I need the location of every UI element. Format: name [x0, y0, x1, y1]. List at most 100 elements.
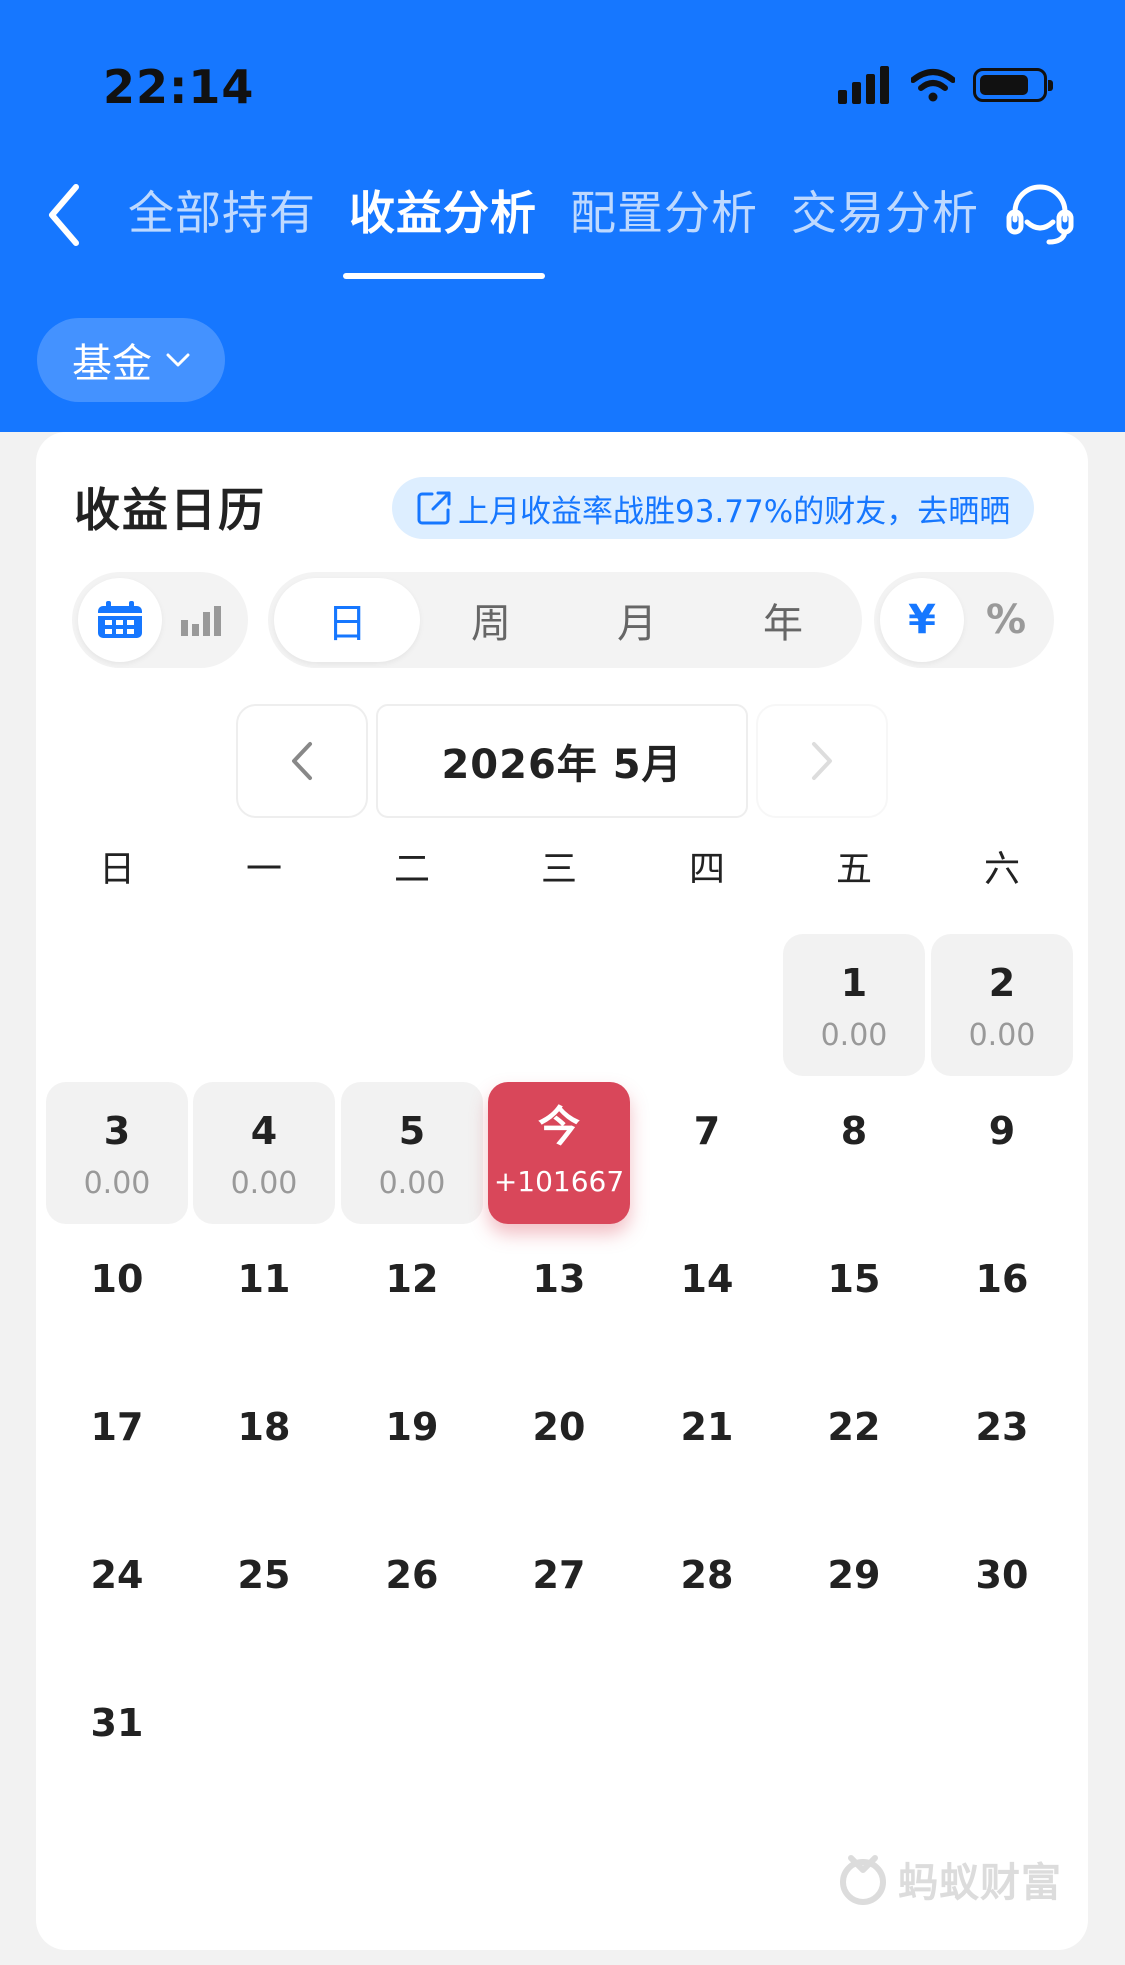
filter-label: 基金	[72, 341, 152, 387]
card-title: 收益日历	[74, 483, 266, 537]
day-number: 9	[988, 1109, 1016, 1153]
period-day-tab[interactable]: 日	[274, 578, 420, 662]
day-number: 2	[988, 961, 1016, 1005]
unit-toggle: ¥ %	[874, 572, 1054, 668]
calendar-icon	[98, 601, 142, 638]
calendar-day[interactable]: 15	[783, 1230, 925, 1372]
day-number: 12	[385, 1257, 439, 1301]
calendar-day[interactable]: 4 0.00	[193, 1082, 335, 1224]
calendar-day[interactable]: 3 0.00	[46, 1082, 188, 1224]
calendar-day[interactable]: 2 0.00	[931, 934, 1073, 1076]
day-number: 21	[680, 1405, 734, 1449]
wifi-icon	[911, 69, 955, 102]
day-number: 28	[680, 1553, 734, 1597]
calendar-day[interactable]: 26	[341, 1526, 483, 1668]
cellular-signal-icon	[838, 66, 889, 104]
calendar-day[interactable]: 19	[341, 1378, 483, 1520]
ant-fortune-watermark: 蚂蚁财富	[836, 1850, 1062, 1908]
share-icon	[417, 491, 451, 525]
day-number: 14	[680, 1257, 734, 1301]
calendar-day[interactable]: 5 0.00	[341, 1082, 483, 1224]
chevron-right-icon	[812, 742, 832, 780]
calendar-day[interactable]: 31	[46, 1674, 188, 1816]
calendar-day[interactable]: 20	[488, 1378, 630, 1520]
calendar-day[interactable]: 8	[783, 1082, 925, 1224]
day-number: 31	[90, 1701, 144, 1745]
fund-filter-dropdown[interactable]: 基金	[37, 318, 225, 402]
calendar-day[interactable]: 16	[931, 1230, 1073, 1372]
status-time: 22:14	[103, 60, 255, 114]
day-number: 15	[827, 1257, 881, 1301]
day-profit-value: 0.00	[230, 1166, 298, 1201]
calendar-day[interactable]: 27	[488, 1526, 630, 1668]
day-number: 26	[385, 1553, 439, 1597]
day-number: 7	[693, 1109, 721, 1153]
tab-trade-analysis[interactable]: 交易分析	[791, 183, 979, 243]
percent-unit-button[interactable]: %	[964, 578, 1048, 662]
day-number: 5	[398, 1109, 426, 1153]
period-week-tab[interactable]: 周	[418, 578, 564, 662]
weekday-sun: 日	[98, 849, 135, 890]
calendar-view-button[interactable]	[78, 578, 162, 662]
calendar-day[interactable]: 13	[488, 1230, 630, 1372]
top-header: 22:14 全部持有 收益分析 配置分析 交易分析 基金	[0, 0, 1125, 432]
chart-view-button[interactable]	[160, 578, 244, 662]
calendar-day[interactable]: 11	[193, 1230, 335, 1372]
weekday-sat: 六	[983, 849, 1020, 890]
period-month-tab[interactable]: 月	[564, 578, 710, 662]
day-number: 3	[103, 1109, 131, 1153]
amount-unit-button[interactable]: ¥	[880, 578, 964, 662]
tab-all-holdings[interactable]: 全部持有	[128, 183, 316, 243]
day-number: 1	[840, 961, 868, 1005]
profit-calendar-card: 收益日历 上月收益率战胜93.77%的财友，去晒晒 日 周 月 年 ¥ % 20…	[36, 432, 1088, 1950]
period-year-tab[interactable]: 年	[710, 578, 856, 662]
day-number: 27	[532, 1553, 586, 1597]
share-promo-banner[interactable]: 上月收益率战胜93.77%的财友，去晒晒	[392, 477, 1035, 539]
day-number: 16	[975, 1257, 1029, 1301]
day-number: 30	[975, 1553, 1029, 1597]
day-profit-value: 0.00	[820, 1018, 888, 1053]
next-month-button[interactable]	[756, 704, 888, 818]
back-icon[interactable]	[44, 183, 84, 247]
day-number: 8	[840, 1109, 868, 1153]
calendar-day[interactable]: 23	[931, 1378, 1073, 1520]
calendar-day[interactable]: 14	[636, 1230, 778, 1372]
calendar-day[interactable]: 9	[931, 1082, 1073, 1224]
customer-service-icon[interactable]	[1005, 182, 1075, 248]
day-number: 今	[537, 1102, 580, 1151]
day-number: 11	[237, 1257, 291, 1301]
tab-allocation-analysis[interactable]: 配置分析	[570, 183, 758, 243]
calendar-day[interactable]: 21	[636, 1378, 778, 1520]
calendar-day[interactable]: 30	[931, 1526, 1073, 1668]
calendar-day[interactable]: 17	[46, 1378, 188, 1520]
day-profit-value: 0.00	[83, 1166, 151, 1201]
calendar-day[interactable]: 24	[46, 1526, 188, 1668]
ant-fortune-logo-icon	[840, 1855, 886, 1905]
status-icons	[838, 66, 1053, 104]
calendar-day[interactable]: 10	[46, 1230, 188, 1372]
calendar-day-today[interactable]: 今 +101667	[488, 1082, 630, 1224]
day-number: 13	[532, 1257, 586, 1301]
day-number: 17	[90, 1405, 144, 1449]
calendar-day[interactable]: 12	[341, 1230, 483, 1372]
day-number: 23	[975, 1405, 1029, 1449]
calendar-day[interactable]: 22	[783, 1378, 925, 1520]
calendar-day[interactable]: 29	[783, 1526, 925, 1668]
watermark-text: 蚂蚁财富	[898, 1860, 1062, 1906]
day-profit-value: 0.00	[378, 1166, 446, 1201]
month-label: 2026年 5月	[376, 704, 748, 818]
calendar-day[interactable]: 1 0.00	[783, 934, 925, 1076]
calendar-day[interactable]: 25	[193, 1526, 335, 1668]
tab-profit-analysis[interactable]: 收益分析	[343, 183, 545, 279]
weekday-thu: 四	[688, 849, 725, 890]
calendar-day[interactable]: 28	[636, 1526, 778, 1668]
promo-text: 上月收益率战胜93.77%的财友，去晒晒	[458, 493, 1011, 530]
chevron-left-icon	[292, 742, 312, 780]
calendar-day[interactable]: 7	[636, 1082, 778, 1224]
weekday-tue: 二	[393, 849, 430, 890]
view-mode-toggle	[72, 572, 248, 668]
day-profit-value: 0.00	[968, 1018, 1036, 1053]
prev-month-button[interactable]	[236, 704, 368, 818]
calendar-day[interactable]: 18	[193, 1378, 335, 1520]
period-toggle: 日 周 月 年	[268, 572, 862, 668]
